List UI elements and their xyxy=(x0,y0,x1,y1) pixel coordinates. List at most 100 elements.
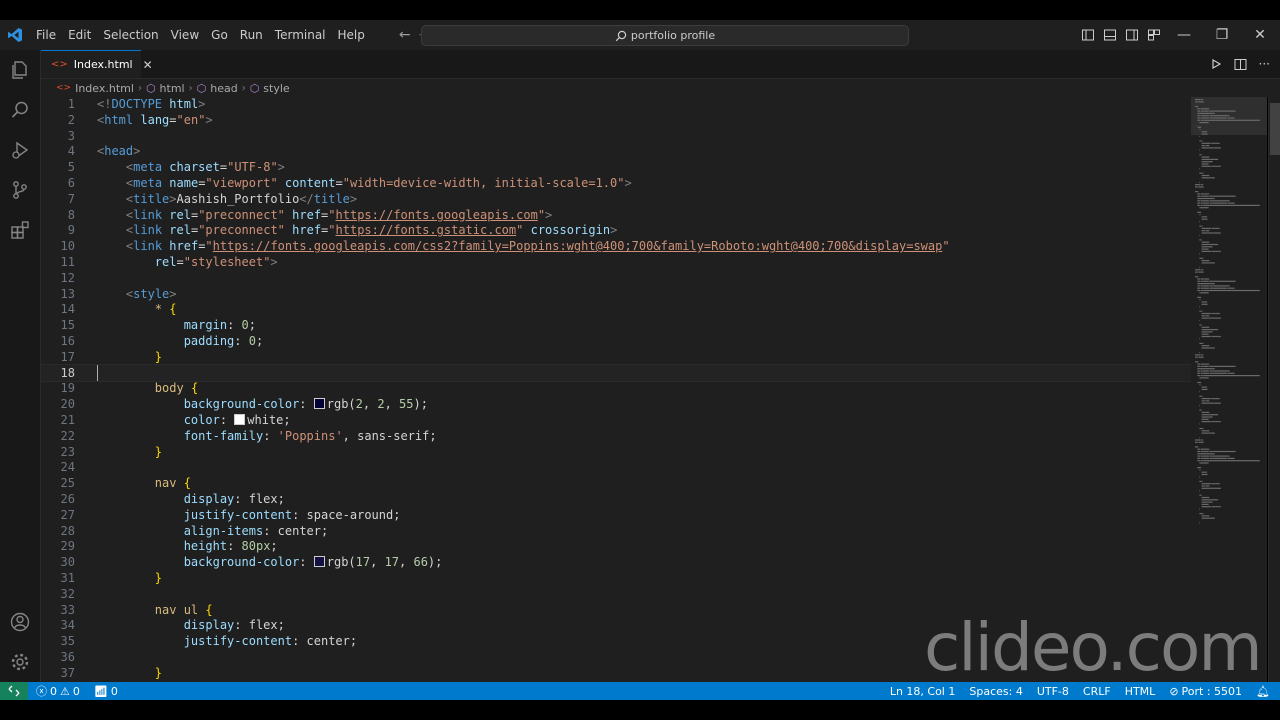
code-line[interactable]: 6 <meta name="viewport" content="width=d… xyxy=(41,175,1191,191)
code-line[interactable]: 32 xyxy=(41,586,1191,602)
code-line[interactable]: 11 rel="stylesheet"> xyxy=(41,254,1191,270)
toggle-secondary-sidebar-icon[interactable] xyxy=(1125,28,1139,42)
line-number: 1 xyxy=(67,97,75,111)
minimap-line xyxy=(1217,421,1219,423)
menu-terminal[interactable]: Terminal xyxy=(269,20,332,50)
code-line[interactable]: 16 padding: 0; xyxy=(41,333,1191,349)
code-line[interactable]: 22 font-family: 'Poppins', sans-serif; xyxy=(41,428,1191,444)
remote-indicator-icon[interactable] xyxy=(0,682,28,700)
code-line[interactable]: 17 } xyxy=(41,349,1191,365)
code-line[interactable]: 24 xyxy=(41,459,1191,475)
menu-run[interactable]: Run xyxy=(234,20,269,50)
code-line[interactable]: 3 xyxy=(41,128,1191,144)
code-line[interactable]: 9 <link rel="preconnect" href="https://f… xyxy=(41,222,1191,238)
code-editor[interactable]: 1 <!DOCTYPE html> 2 <html lang="en"> 3 4 <head… xyxy=(41,97,1191,682)
scrollbar-thumb[interactable] xyxy=(1270,103,1280,155)
toggle-primary-sidebar-icon[interactable] xyxy=(1081,28,1095,42)
eol-status[interactable]: CRLF xyxy=(1083,685,1111,698)
indentation-status[interactable]: Spaces: 4 xyxy=(969,685,1022,698)
minimap-line xyxy=(1218,165,1220,167)
customize-layout-icon[interactable] xyxy=(1147,28,1161,42)
code-line[interactable]: 2 <html lang="en"> xyxy=(41,112,1191,128)
line-number: 26 xyxy=(60,492,75,506)
code-line[interactable]: 20 background-color: rgb(2, 2, 55); xyxy=(41,396,1191,412)
minimize-icon[interactable]: — xyxy=(1165,20,1203,50)
notifications-bell-icon[interactable]: 🔔︎ xyxy=(1256,685,1270,698)
cursor-position[interactable]: Ln 18, Col 1 xyxy=(890,685,956,698)
line-text: nav { xyxy=(154,476,191,491)
code-line[interactable]: 27 justify-content: space-around; xyxy=(41,507,1191,523)
minimap-line xyxy=(1200,278,1205,280)
minimap-line xyxy=(1206,248,1209,250)
manage-gear-icon[interactable] xyxy=(0,642,40,682)
code-line[interactable]: 4 <head> xyxy=(41,143,1191,159)
code-line[interactable]: 7 <title>Aashish_Portfolio</title> xyxy=(41,191,1191,207)
extensions-icon[interactable] xyxy=(0,210,40,250)
split-editor-icon[interactable] xyxy=(1234,58,1247,71)
minimap-line xyxy=(1195,186,1198,188)
code-line[interactable]: 18 xyxy=(41,363,1191,382)
code-line[interactable]: 23 } xyxy=(41,444,1191,460)
code-line[interactable]: 21 color: white; xyxy=(41,412,1191,428)
color-swatch[interactable] xyxy=(313,398,325,410)
menu-go[interactable]: Go xyxy=(205,20,234,50)
color-swatch[interactable] xyxy=(234,414,246,425)
breadcrumb-file[interactable]: Index.html xyxy=(75,82,134,95)
code-line[interactable]: 10 <link href="https://fonts.googleapis.… xyxy=(41,238,1191,254)
breadcrumb-html[interactable]: html xyxy=(160,82,185,95)
tab-index-html[interactable]: <> Index.html ✕ xyxy=(41,50,153,78)
code-line[interactable]: 19 body { xyxy=(41,380,1191,396)
command-center-search[interactable]: portfolio profile xyxy=(421,25,909,46)
accounts-icon[interactable] xyxy=(0,602,40,642)
minimap[interactable] xyxy=(1191,97,1267,682)
code-line[interactable]: 14 * { xyxy=(41,301,1191,317)
minimap-line xyxy=(1208,108,1210,110)
code-line[interactable]: 29 height: 80px; xyxy=(41,538,1191,554)
editor-scrollbar[interactable] xyxy=(1268,97,1280,682)
code-line[interactable]: 8 <link rel="preconnect" href="https://f… xyxy=(41,207,1191,223)
menu-view[interactable]: View xyxy=(165,20,205,50)
problems-status[interactable]: ⓧ 0 ⚠ 0 xyxy=(36,683,80,699)
minimap-line xyxy=(1197,372,1200,374)
minimap-line xyxy=(1199,352,1200,354)
explorer-icon[interactable] xyxy=(0,50,40,90)
code-line[interactable]: 12 xyxy=(41,270,1191,286)
back-arrow-icon[interactable]: ← xyxy=(399,27,411,43)
code-line[interactable]: 30 background-color: rgb(17, 17, 66); xyxy=(41,554,1191,570)
menu-selection[interactable]: Selection xyxy=(97,20,164,50)
run-debug-icon[interactable] xyxy=(0,130,40,170)
search-view-icon[interactable] xyxy=(0,90,40,130)
menu-edit[interactable]: Edit xyxy=(62,20,97,50)
code-line[interactable]: 31 } xyxy=(41,570,1191,586)
code-line[interactable]: 28 align-items: center; xyxy=(41,523,1191,539)
code-line[interactable]: 25 nav { xyxy=(41,475,1191,491)
minimap-line xyxy=(1214,453,1215,455)
code-line[interactable]: 26 display: flex; xyxy=(41,491,1191,507)
color-swatch[interactable] xyxy=(313,556,325,568)
restore-icon[interactable]: ❐ xyxy=(1203,20,1241,50)
breadcrumb-head[interactable]: head xyxy=(210,82,237,95)
minimap-line xyxy=(1200,299,1202,301)
breadcrumb-style[interactable]: style xyxy=(263,82,289,95)
run-file-icon[interactable] xyxy=(1210,58,1222,70)
line-text: nav ul { xyxy=(154,602,213,617)
ports-status[interactable]: 📶︎ 0 xyxy=(94,685,118,698)
minimap-line xyxy=(1202,287,1210,289)
close-window-icon[interactable]: ✕ xyxy=(1241,20,1279,50)
live-server-port[interactable]: ⊘ Port : 5501 xyxy=(1169,685,1242,698)
encoding-status[interactable]: UTF-8 xyxy=(1037,685,1069,698)
menu-help[interactable]: Help xyxy=(332,20,371,50)
minimap-line xyxy=(1206,386,1208,388)
minimap-line xyxy=(1228,457,1235,459)
toggle-panel-icon[interactable] xyxy=(1103,28,1117,42)
code-line[interactable]: 1 <!DOCTYPE html> xyxy=(41,97,1191,112)
code-line[interactable]: 13 <style> xyxy=(41,286,1191,302)
code-line[interactable]: 5 <meta charset="UTF-8"> xyxy=(41,159,1191,175)
more-actions-icon[interactable]: ··· xyxy=(1259,57,1270,71)
source-control-icon[interactable] xyxy=(0,170,40,210)
menu-file[interactable]: File xyxy=(30,20,62,50)
code-line[interactable]: 15 margin: 0; xyxy=(41,317,1191,333)
language-mode[interactable]: HTML xyxy=(1125,685,1156,698)
close-tab-icon[interactable]: ✕ xyxy=(143,58,153,72)
minimap-line xyxy=(1201,131,1205,133)
